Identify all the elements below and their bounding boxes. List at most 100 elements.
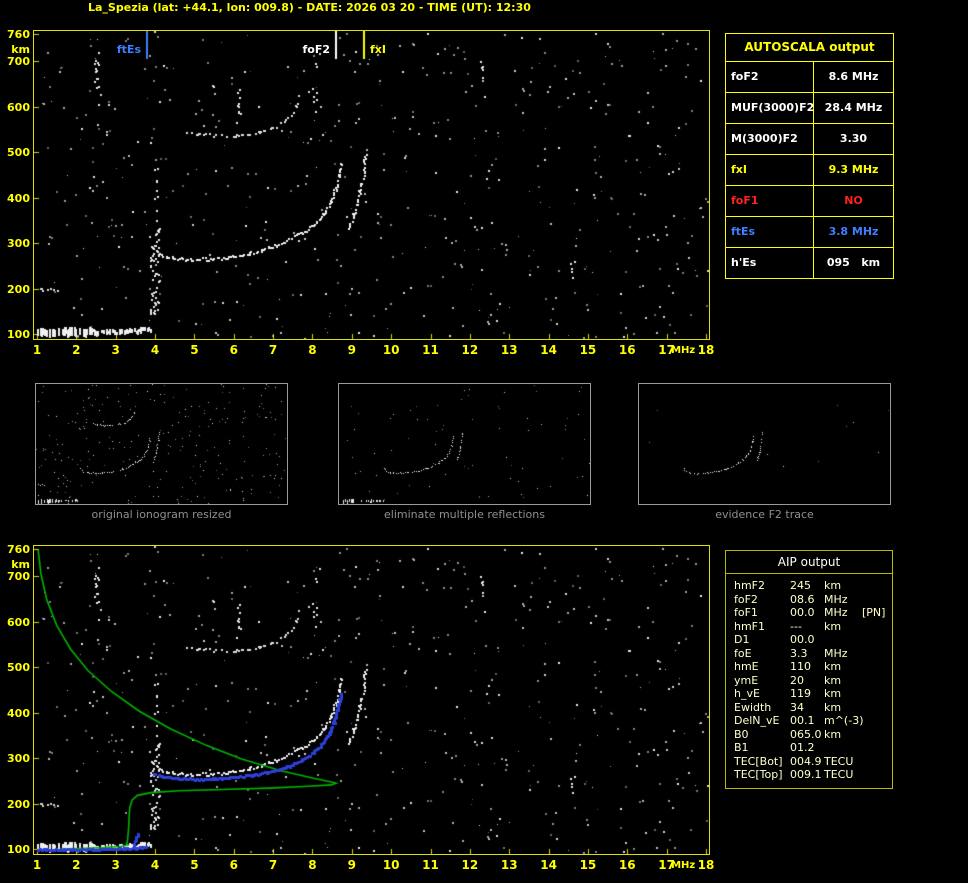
x-tick-label: 12	[461, 343, 479, 357]
autoscala-row-label: M(3000)F2	[726, 124, 814, 154]
x-tick-label: 7	[268, 858, 278, 872]
x-tick-label: 15	[579, 858, 597, 872]
x-tick-label: 5	[190, 343, 199, 357]
aip-unit: km	[824, 619, 842, 633]
x-tick-label: 14	[540, 343, 557, 357]
ionogram-canvas	[34, 31, 709, 339]
aip-row-tecbot: TEC[Bot] 004.9 TECU	[726, 755, 892, 769]
aip-unit: m^(-3)	[824, 714, 864, 727]
y-tick-label: 100	[7, 328, 30, 341]
y-tick-label: 300	[7, 237, 30, 251]
aip-value: 119	[790, 687, 811, 700]
y-axis-unit: km	[11, 558, 30, 571]
y-tick-label: 400	[7, 191, 30, 205]
x-tick-label: 2	[72, 858, 81, 872]
x-tick-label: 3	[111, 858, 120, 872]
autoscala-row-fof2: foF2 8.6 MHz	[726, 62, 893, 93]
x-tick-label: 9	[347, 858, 356, 872]
aip-note	[862, 620, 892, 634]
aip-note	[862, 633, 892, 647]
y-tick-label: 700	[7, 570, 30, 584]
x-tick-label: 1	[32, 343, 42, 357]
aip-note	[862, 674, 892, 688]
aip-value: 110	[790, 660, 811, 673]
thumbnail-f2-canvas	[639, 384, 890, 504]
y-tick-label: 760	[7, 543, 30, 556]
aip-unit: TECU	[824, 768, 854, 781]
autoscala-rows: foF2 8.6 MHz MUF(3000)F2 28.4 MHz M(3000)F2 3…	[726, 62, 893, 278]
aip-value: 00.1	[790, 714, 815, 727]
y-tick-label: 600	[7, 615, 30, 629]
autoscala-row-label: foF2	[726, 62, 814, 92]
aip-value: 3.3	[790, 646, 808, 660]
autoscala-row-m3000f2: M(3000)F2 3.30	[726, 124, 893, 155]
aip-name: foF1	[734, 606, 758, 619]
aip-row-foe: foE 3.3 MHz	[726, 647, 892, 661]
x-tick-label: 10	[382, 343, 400, 357]
aip-name: B1	[734, 741, 749, 754]
aip-unit: MHz	[824, 606, 848, 619]
y-tick-label: 200	[7, 797, 30, 811]
autoscala-row-muf3000f2: MUF(3000)F2 28.4 MHz	[726, 93, 893, 124]
autoscala-row-value: 28.4 MHz	[824, 101, 883, 114]
x-tick-label: 2	[72, 343, 81, 357]
aip-row-d1: D1 00.0	[726, 633, 892, 647]
thumbnail-original-canvas	[36, 384, 287, 504]
x-tick-label: 11	[422, 343, 439, 357]
aip-unit: km	[824, 673, 842, 687]
x-tick-label: 18	[697, 858, 715, 872]
aip-value: 065.0	[790, 727, 822, 741]
x-tick-label: 15	[579, 343, 597, 357]
aip-note	[862, 714, 892, 728]
aip-row-yme: ymE 20 km	[726, 674, 892, 688]
autoscala-row-label: h'Es	[726, 248, 814, 278]
autoscala-row-hes: h'Es 095 km	[726, 248, 893, 278]
aip-note	[862, 701, 892, 715]
aip-rows: hmF2 245 km foF2 08.6 MHz foF1 00.0 MHz [PN] hmF1 -…	[726, 579, 892, 782]
aip-note	[862, 728, 892, 742]
x-tick-label: 13	[500, 343, 518, 357]
y-tick-label: 760	[7, 28, 30, 41]
marker-label-fof2: foF2	[302, 43, 330, 56]
x-tick-label: 8	[308, 858, 317, 872]
aip-name: TEC[Top]	[734, 768, 783, 781]
aip-value: 34	[790, 700, 804, 714]
aip-unit: km	[824, 660, 842, 673]
aip-value: 08.6	[790, 592, 815, 606]
aip-name: hmF2	[734, 579, 766, 592]
ionogram-plot: ftEs foF2 fxI	[33, 30, 710, 340]
x-tick-label: 8	[308, 343, 317, 357]
autoscala-row-value: 9.3 MHz	[828, 163, 879, 176]
thumbnail-eliminate-caption: eliminate multiple reflections	[384, 508, 545, 521]
aip-unit: km	[824, 579, 842, 592]
aip-title: AIP output	[726, 551, 892, 574]
aip-value: 01.2	[790, 741, 815, 754]
y-tick-label: 700	[7, 55, 30, 69]
y-tick-label: 100	[7, 843, 30, 856]
autoscala-row-fof1: foF1 NO	[726, 186, 893, 217]
aip-note	[862, 660, 892, 674]
aip-unit	[824, 633, 862, 647]
aip-unit: km	[824, 727, 842, 741]
aip-value: 004.9	[790, 754, 822, 768]
aip-note: [PN]	[862, 606, 886, 619]
aip-note	[862, 755, 892, 769]
x-tick-label: 12	[461, 858, 479, 872]
autoscala-table: AUTOSCALA output foF2 8.6 MHz MUF(3000)F2 2…	[725, 33, 894, 279]
y-tick-label: 500	[7, 661, 30, 675]
autoscala-row-value: NO	[844, 194, 863, 207]
autoscala-row-ftes: ftEs 3.8 MHz	[726, 217, 893, 248]
marker-label-fxi: fxI	[370, 43, 386, 56]
x-tick-label: 4	[150, 858, 160, 872]
x-tick-label: 14	[540, 858, 557, 872]
x-tick-label: 6	[229, 343, 238, 357]
autoscala-row-value: 8.6 MHz	[828, 70, 879, 83]
aip-name: foE	[734, 646, 752, 660]
aip-unit: TECU	[824, 754, 854, 768]
marker-label-ftes: ftEs	[116, 43, 141, 56]
aip-name: hmE	[734, 660, 759, 673]
aip-row-hmf1: hmF1 --- km	[726, 620, 892, 634]
autoscala-row-value: 095 km	[826, 256, 881, 269]
aip-name: h_vE	[734, 687, 760, 700]
autoscala-screen: La_Spezia (lat: +44.1, lon: 009.8) - DAT…	[0, 0, 968, 883]
